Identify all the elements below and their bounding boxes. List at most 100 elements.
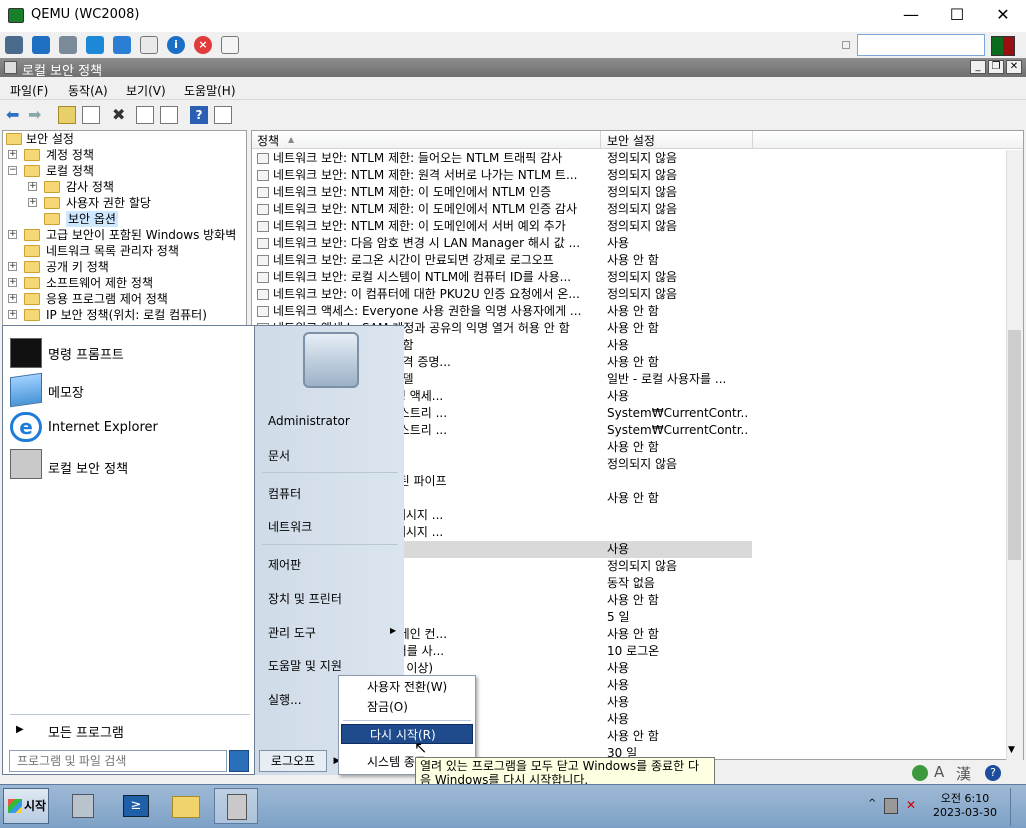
maximize-button[interactable]: ☐ — [934, 0, 980, 32]
expand-icon[interactable]: + — [28, 198, 37, 207]
stop-icon[interactable]: × — [194, 36, 212, 54]
windows-key-icon[interactable] — [113, 36, 131, 54]
tree-item[interactable]: + 공개 키 정책 — [8, 259, 245, 275]
tree-item[interactable]: + 고급 보안이 포함된 Windows 방화벽 — [8, 227, 245, 243]
search-icon[interactable] — [229, 750, 249, 772]
show-tree-icon[interactable] — [82, 106, 100, 124]
server-manager-icon[interactable] — [62, 788, 106, 824]
keyboard-layout-icon[interactable] — [991, 36, 1015, 56]
clock-date[interactable]: 2023-03-30 — [930, 806, 1000, 819]
help-icon[interactable]: ? — [190, 106, 208, 124]
up-folder-icon[interactable] — [58, 106, 76, 124]
tree-item[interactable]: + 사용자 권한 할당 — [28, 195, 245, 211]
place-run[interactable]: 실행... — [268, 691, 302, 708]
column-policy-header[interactable]: 정책 — [257, 132, 279, 149]
expand-icon[interactable]: + — [8, 150, 17, 159]
start-search-input[interactable] — [9, 750, 227, 772]
program-cmd[interactable]: 명령 프롬프트 — [48, 344, 124, 363]
back-arrow-icon[interactable]: ⬅ — [6, 106, 24, 124]
explorer-folder-icon[interactable] — [164, 788, 208, 824]
volume-muted-icon[interactable]: ✕ — [906, 798, 920, 814]
place-admin-tools[interactable]: 관리 도구 — [268, 624, 316, 641]
tree-item[interactable]: + 감사 정책 — [28, 179, 245, 195]
console-icon[interactable] — [214, 106, 232, 124]
tree-item[interactable]: + 소프트웨어 제한 정책 — [8, 275, 245, 291]
qemu-search-input[interactable] — [857, 34, 985, 56]
forward-arrow-icon[interactable]: ➡ — [28, 106, 46, 124]
network-icon[interactable] — [884, 798, 898, 814]
mdi-minimize-button[interactable]: _ — [970, 60, 986, 74]
menu-restart[interactable]: 다시 시작(R) — [341, 724, 473, 744]
menu-help[interactable]: 도움말(H) — [184, 82, 236, 99]
place-help[interactable]: 도움말 및 지원 — [268, 657, 342, 674]
menu-view[interactable]: 보기(V) — [126, 82, 166, 99]
info-icon[interactable]: i — [167, 36, 185, 54]
table-row[interactable]: 네트워크 보안: NTLM 제한: 이 도메인에서 NTLM 인증 감사 정의되지… — [252, 201, 752, 218]
hanja-icon[interactable]: 漢 — [956, 763, 971, 784]
place-devices-printers[interactable]: 장치 및 프린터 — [268, 590, 342, 607]
table-row[interactable]: 네트워크 보안: NTLM 제한: 이 도메인에서 서버 예외 추가 정의되지 않… — [252, 218, 752, 235]
screenshot-icon[interactable] — [221, 36, 239, 54]
tree-item[interactable]: − 로컬 정책 — [8, 163, 245, 179]
collapse-icon[interactable]: − — [8, 166, 17, 175]
export-list-icon[interactable] — [160, 106, 178, 124]
tree-item[interactable]: + 계정 정책 — [8, 147, 245, 163]
properties-icon[interactable] — [136, 106, 154, 124]
place-user[interactable]: Administrator — [268, 414, 350, 428]
checkbox-icon[interactable] — [842, 41, 850, 49]
menu-action[interactable]: 동작(A) — [68, 82, 108, 99]
expand-icon[interactable]: + — [28, 182, 37, 191]
table-row[interactable]: 네트워크 액세스: Everyone 사용 권한을 익명 사용자에게 ... 사용… — [252, 303, 752, 320]
menu-file[interactable]: 파일(F) — [10, 82, 48, 99]
gear-icon[interactable] — [59, 36, 77, 54]
place-computer[interactable]: 컴퓨터 — [268, 485, 301, 502]
local-security-policy-taskbar-icon[interactable] — [214, 788, 258, 824]
logoff-button[interactable]: 로그오프 — [259, 750, 327, 772]
place-network[interactable]: 네트워크 — [268, 518, 312, 535]
tree-item[interactable]: 보안 옵션 — [28, 211, 245, 227]
table-row[interactable]: 네트워크 보안: 이 컴퓨터에 대한 PKU2U 인증 요청에서 온... 정의되… — [252, 286, 752, 303]
minimize-button[interactable]: — — [888, 0, 934, 32]
program-ie[interactable]: Internet Explorer — [48, 420, 158, 435]
table-row[interactable]: 네트워크 보안: 로그온 시간이 만료되면 강제로 로그오프 사용 안 함 — [252, 252, 752, 269]
settings-gear-icon[interactable] — [5, 36, 23, 54]
close-button[interactable]: ✕ — [980, 0, 1026, 32]
table-row[interactable]: 네트워크 보안: NTLM 제한: 들어오는 NTLM 트래픽 감사 정의되지 않… — [252, 150, 752, 167]
ime-mode-icon[interactable]: A — [934, 763, 944, 781]
place-documents[interactable]: 문서 — [268, 447, 290, 464]
table-row[interactable]: 네트워크 보안: 로컬 시스템이 NTLM에 컴퓨터 ID를 사용... 정의되지… — [252, 269, 752, 286]
scroll-down-icon[interactable]: ▼ — [1008, 745, 1015, 755]
menu-switch-user[interactable]: 사용자 전환(W) — [339, 677, 475, 697]
powershell-icon[interactable]: ≥ — [114, 788, 158, 824]
all-programs[interactable]: 모든 프로그램 — [48, 722, 124, 741]
expand-icon[interactable]: + — [8, 278, 17, 287]
tree-item[interactable]: 네트워크 목록 관리자 정책 — [8, 243, 245, 259]
table-row[interactable]: 네트워크 보안: NTLM 제한: 원격 서버로 나가는 NTLM 트... 정의… — [252, 167, 752, 184]
tree-item[interactable]: 보안 설정 — [6, 131, 245, 147]
expand-icon[interactable]: + — [8, 310, 17, 319]
scrollbar-thumb[interactable] — [1008, 330, 1021, 560]
expand-icon[interactable]: + — [8, 294, 17, 303]
mdi-close-button[interactable]: ✕ — [1006, 60, 1022, 74]
help-circle-icon[interactable]: ? — [985, 765, 1001, 781]
expand-icon[interactable]: + — [8, 230, 17, 239]
mdi-restore-button[interactable]: ❐ — [988, 60, 1004, 74]
delete-icon[interactable]: ✖ — [112, 106, 130, 124]
clock-time[interactable]: 오전 6:10 — [930, 790, 1000, 806]
menu-lock[interactable]: 잠금(O) — [339, 697, 475, 717]
ime-icon[interactable] — [912, 765, 928, 781]
table-row[interactable]: 네트워크 보안: NTLM 제한: 이 도메인에서 NTLM 인증 정의되지 않음 — [252, 184, 752, 201]
tree-item[interactable]: + 응용 프로그램 제어 정책 — [8, 291, 245, 307]
expand-icon[interactable]: + — [8, 262, 17, 271]
column-setting-header[interactable]: 보안 설정 — [607, 132, 655, 149]
program-local-security-policy[interactable]: 로컬 보안 정책 — [48, 458, 128, 477]
program-notepad[interactable]: 메모장 — [48, 382, 84, 401]
tree-item[interactable]: + IP 보안 정책(위치: 로컬 컴퓨터) — [8, 307, 245, 323]
refresh-icon[interactable] — [86, 36, 104, 54]
show-desktop-button[interactable] — [1010, 788, 1024, 826]
fullscreen-icon[interactable] — [32, 36, 50, 54]
document-icon[interactable] — [140, 36, 158, 54]
place-control-panel[interactable]: 제어판 — [268, 556, 301, 573]
start-button[interactable]: 시작 — [3, 788, 49, 824]
show-hidden-icons[interactable]: ^ — [868, 798, 876, 809]
